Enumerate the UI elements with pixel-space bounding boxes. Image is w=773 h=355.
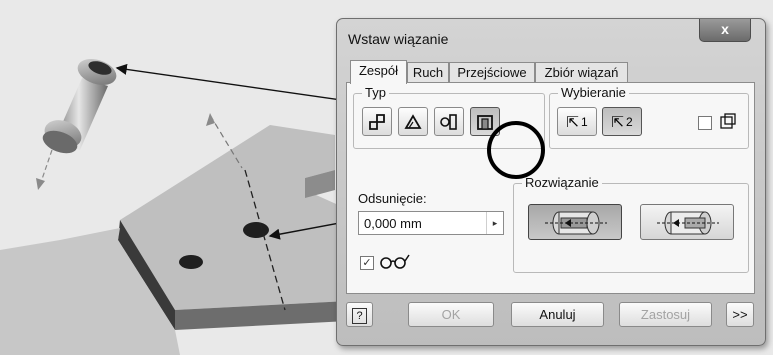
first-selection-icon: [720, 113, 736, 129]
type-group: Typ: [353, 85, 545, 149]
mate-icon: [369, 113, 385, 130]
tab-transitional[interactable]: Przejściowe: [449, 62, 535, 82]
tab-label: Zespół: [358, 63, 399, 78]
tab-panel: Typ Wybieranie ⇱ 1 ⇱ 2 Odsunięcie: 0,000…: [346, 82, 755, 294]
cursor-icon: ⇱: [566, 113, 579, 131]
tab-label: Ruch: [412, 65, 444, 80]
tab-motion[interactable]: Ruch: [407, 62, 449, 82]
apply-button[interactable]: Zastosuj: [619, 302, 712, 327]
solution-group: Rozwiązanie: [513, 175, 749, 273]
cursor-icon: ⇱: [611, 113, 624, 131]
more-label: >>: [732, 307, 748, 322]
place-constraint-dialog: Wstaw wiązanie x Zespół Ruch Przejściowe…: [336, 18, 766, 346]
tab-assembly[interactable]: Zespół: [350, 60, 407, 84]
more-button[interactable]: >>: [726, 302, 754, 327]
dialog-title: Wstaw wiązanie: [348, 31, 449, 47]
ok-button[interactable]: OK: [408, 302, 494, 327]
insert-icon: [477, 114, 493, 130]
selection-group: Wybieranie ⇱ 1 ⇱ 2: [549, 85, 749, 149]
mate-constraint-button[interactable]: [362, 107, 392, 136]
insert-constraint-button[interactable]: [470, 107, 500, 136]
apply-label: Zastosuj: [640, 307, 691, 322]
cancel-label: Anuluj: [539, 307, 576, 322]
offset-dropdown-arrow-icon[interactable]: ▸: [486, 212, 503, 234]
angle-icon: [404, 113, 422, 129]
select-2-label: 2: [625, 114, 633, 129]
tab-label: Zbiór wiązań: [544, 65, 619, 80]
tangent-icon: [440, 113, 457, 130]
help-icon: ?: [352, 308, 367, 324]
predict-offset-checkbox[interactable]: [698, 116, 712, 130]
offset-field[interactable]: 0,000 mm ▸: [358, 211, 504, 235]
axis-arrow-up: [206, 113, 215, 126]
solution-group-label: Rozwiązanie: [522, 175, 602, 190]
selection-group-label: Wybieranie: [558, 85, 629, 100]
aligned-icon: [657, 211, 719, 235]
hole-2[interactable]: [179, 255, 203, 269]
title-bar[interactable]: Wstaw wiązanie x: [337, 19, 765, 53]
cancel-button[interactable]: Anuluj: [511, 302, 604, 327]
hole-1[interactable]: [243, 222, 269, 238]
close-button[interactable]: x: [699, 19, 751, 42]
tab-constraint-set[interactable]: Zbiór wiązań: [535, 62, 628, 82]
help-button[interactable]: ?: [346, 302, 373, 327]
tab-label: Przejściowe: [457, 65, 527, 80]
select-1-label: 1: [580, 114, 588, 129]
close-icon: x: [721, 21, 729, 37]
pin-part[interactable]: [36, 54, 120, 190]
glasses-icon: [380, 254, 410, 269]
ok-label: OK: [441, 307, 461, 322]
aligned-solution-button[interactable]: [640, 204, 734, 240]
opposed-solution-button[interactable]: [528, 204, 622, 240]
preview-checkbox[interactable]: ✓: [360, 256, 374, 270]
type-group-label: Typ: [362, 85, 389, 100]
select-2-button[interactable]: ⇱ 2: [602, 107, 642, 136]
opposed-icon: [545, 211, 607, 235]
tangent-constraint-button[interactable]: [434, 107, 464, 136]
offset-value: 0,000 mm: [364, 216, 422, 231]
select-1-button[interactable]: ⇱ 1: [557, 107, 597, 136]
offset-label: Odsunięcie:: [358, 191, 427, 206]
angle-constraint-button[interactable]: [398, 107, 428, 136]
